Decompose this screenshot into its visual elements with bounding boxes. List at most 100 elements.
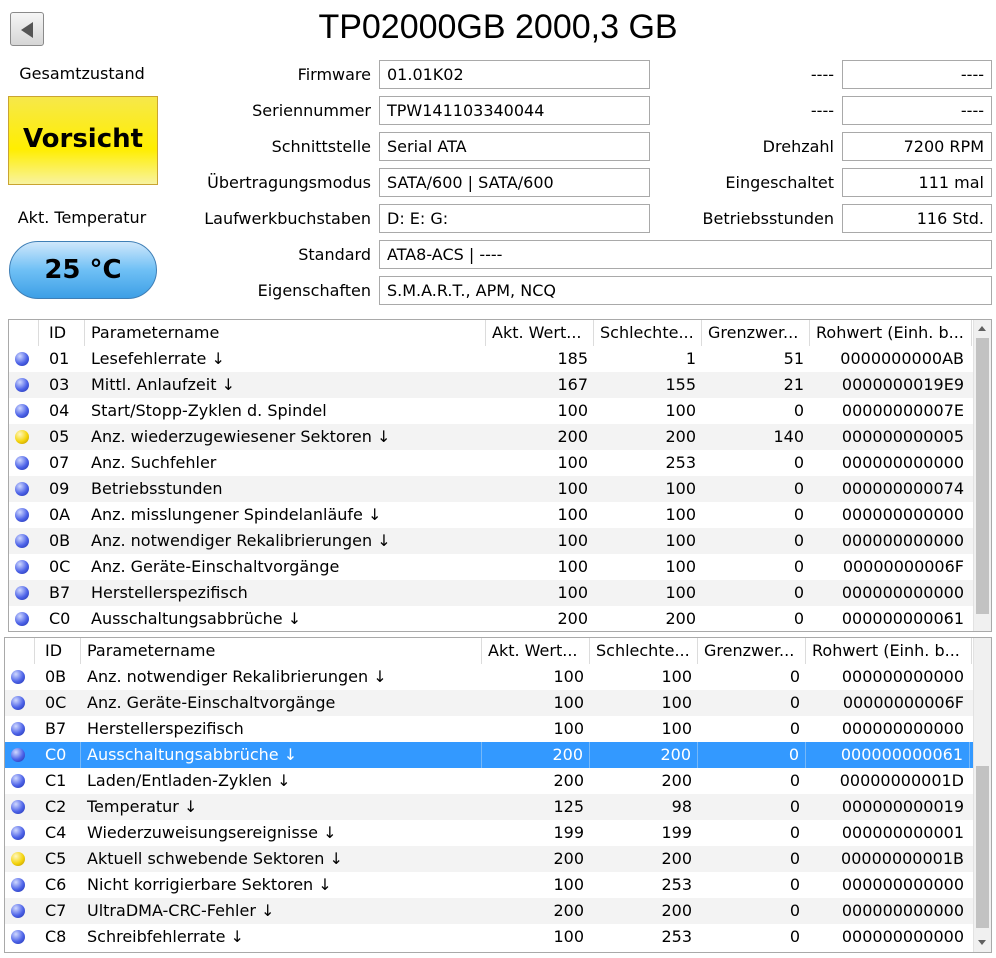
cell-thr: 0 [793,479,804,498]
cell-cur: 100 [557,583,588,602]
cell-name: Herstellerspezifisch [91,583,248,602]
scroll-thumb[interactable] [976,338,989,614]
health-label: Gesamtzustand [19,64,145,83]
cell-name: Wiederzuweisungsereignisse ↓ [87,823,337,842]
cell-raw: 00000000006F [842,557,964,576]
col-worst[interactable]: Schlechte... [590,638,698,664]
cell-cur: 100 [553,927,584,946]
col-name[interactable]: Parametername [81,638,482,664]
scrollbar-top-table[interactable] [973,320,991,631]
col-worst[interactable]: Schlechte... [594,320,702,346]
table-row[interactable]: 0A Anz. misslungener Spindelanläufe ↓ 100 1… [9,502,973,528]
cell-worst: 200 [665,609,696,628]
table-row[interactable]: 0C Anz. Geräte-Einschaltvorgänge 100 100 0 00… [9,554,973,580]
serial-field[interactable]: TPW141103340044 [379,96,650,125]
cell-id: 09 [49,479,70,498]
blue-status-dot-icon [11,670,25,684]
blue-status-dot-icon [15,352,29,366]
cell-worst: 98 [671,797,692,816]
table-row[interactable]: 05 Anz. wiederzugewiesener Sektoren ↓ 200 2… [9,424,973,450]
firmware-field[interactable]: 01.01K02 [379,60,650,89]
table-row[interactable]: C6 Nicht korrigierbare Sektoren ↓ 100 253 0 0… [5,872,973,898]
features-field[interactable]: S.M.A.R.T., APM, NCQ [379,276,992,305]
cell-raw: 0000000000AB [840,349,964,368]
rpm-field[interactable]: 7200 RPM [842,132,992,161]
scroll-up-icon[interactable] [974,320,991,337]
col-name[interactable]: Parametername [85,320,486,346]
col-id[interactable]: ID [39,320,85,346]
scroll-thumb[interactable] [976,766,989,928]
col-threshold[interactable]: Grenzwer... [698,638,806,664]
table-row-selected[interactable]: C0 Ausschaltungsabbrüche ↓ 200 200 0 00000000… [5,742,973,768]
table-row[interactable]: C8 Schreibfehlerrate ↓ 100 253 0 000000000000 [5,924,973,950]
scrollbar-bottom-table[interactable] [973,638,991,952]
cell-cur: 200 [553,849,584,868]
cell-cur: 125 [553,797,584,816]
col-raw[interactable]: Rohwert (Einh. b... [810,320,972,346]
col-current[interactable]: Akt. Wert... [482,638,590,664]
drive-letters-field[interactable]: D: E: G: [379,204,650,233]
right-field-1[interactable]: ---- [842,60,992,89]
cell-name: Herstellerspezifisch [87,719,244,738]
cell-raw: 000000000074 [841,479,964,498]
table-row[interactable]: 0B Anz. notwendiger Rekalibrierungen ↓ 100… [9,528,973,554]
cell-worst: 200 [661,901,692,920]
cell-thr: 0 [789,849,800,868]
scroll-down-icon[interactable] [974,934,991,951]
col-id[interactable]: ID [35,638,81,664]
cell-raw: 000000000005 [841,427,964,446]
table-row[interactable]: 01 Lesefehlerrate ↓ 185 1 51 0000000000AB [9,346,973,372]
table-row[interactable]: C5 Aktuell schwebende Sektoren ↓ 200 200 0 00… [5,846,973,872]
table-row[interactable]: B7 Herstellerspezifisch 100 100 0 00000000000… [5,716,973,742]
col-status[interactable] [9,320,39,346]
health-status-button[interactable]: Vorsicht [8,96,158,185]
col-raw[interactable]: Rohwert (Einh. b... [806,638,972,664]
table-row[interactable]: 07 Anz. Suchfehler 100 253 0 000000000000 [9,450,973,476]
col-current[interactable]: Akt. Wert... [486,320,594,346]
blue-status-dot-icon [15,404,29,418]
back-button[interactable] [10,12,44,46]
col-threshold[interactable]: Grenzwer... [702,320,810,346]
cell-worst: 200 [665,427,696,446]
table-row[interactable]: 04 Start/Stopp-Zyklen d. Spindel 100 100 0 00… [9,398,973,424]
table-row[interactable]: C1 Laden/Entladen-Zyklen ↓ 200 200 0 00000000… [5,768,973,794]
power-hours-field[interactable]: 116 Std. [842,204,992,233]
cell-worst: 253 [665,453,696,472]
blue-status-dot-icon [15,378,29,392]
back-arrow-icon [21,22,33,38]
cell-name: Betriebsstunden [91,479,223,498]
cell-cur: 100 [557,531,588,550]
drive-letters-label: Laufwerkbuchstaben [204,209,371,228]
table-row[interactable]: C0 Ausschaltungsabbrüche ↓ 200 200 0 00000000… [9,606,973,631]
blue-status-dot-icon [11,878,25,892]
table-row[interactable]: 0C Anz. Geräte-Einschaltvorgänge 100 100 0 00… [5,690,973,716]
interface-field[interactable]: Serial ATA [379,132,650,161]
cell-thr: 0 [789,927,800,946]
smart-table-top[interactable]: ID Parametername Akt. Wert... Schlechte.… [8,319,992,632]
cell-name: Anz. Geräte-Einschaltvorgänge [91,557,340,576]
standard-field[interactable]: ATA8-ACS | ---- [379,240,992,269]
cell-raw: 000000000000 [841,453,964,472]
cell-thr: 0 [789,875,800,894]
table-row[interactable]: 09 Betriebsstunden 100 100 0 000000000074 [9,476,973,502]
right-field-2[interactable]: ---- [842,96,992,125]
table-row[interactable]: 0B Anz. notwendiger Rekalibrierungen ↓ 100… [5,664,973,690]
table-row[interactable]: B7 Herstellerspezifisch 100 100 0 00000000000… [9,580,973,606]
blue-status-dot-icon [11,722,25,736]
cell-raw: 000000000061 [806,742,970,768]
table-row[interactable]: C4 Wiederzuweisungsereignisse ↓ 199 199 0 000… [5,820,973,846]
temperature-badge[interactable]: 25 °C [9,241,157,299]
table-row[interactable]: C7 UltraDMA-CRC-Fehler ↓ 200 200 0 0000000000… [5,898,973,924]
smart-table-bottom[interactable]: ID Parametername Akt. Wert... Schlechte.… [4,637,992,953]
power-count-field[interactable]: 111 mal [842,168,992,197]
blue-status-dot-icon [11,826,25,840]
table-row[interactable]: C2 Temperatur ↓ 125 98 0 000000000019 [5,794,973,820]
col-status[interactable] [5,638,35,664]
blue-status-dot-icon [15,534,29,548]
cell-id: 0C [45,693,67,712]
transfer-mode-field[interactable]: SATA/600 | SATA/600 [379,168,650,197]
table-row[interactable]: 03 Mittl. Anlaufzeit ↓ 167 155 21 0000000019E… [9,372,973,398]
cell-raw: 00000000006F [842,693,964,712]
cell-id: C6 [45,875,67,894]
cell-name: Schreibfehlerrate ↓ [87,927,244,946]
